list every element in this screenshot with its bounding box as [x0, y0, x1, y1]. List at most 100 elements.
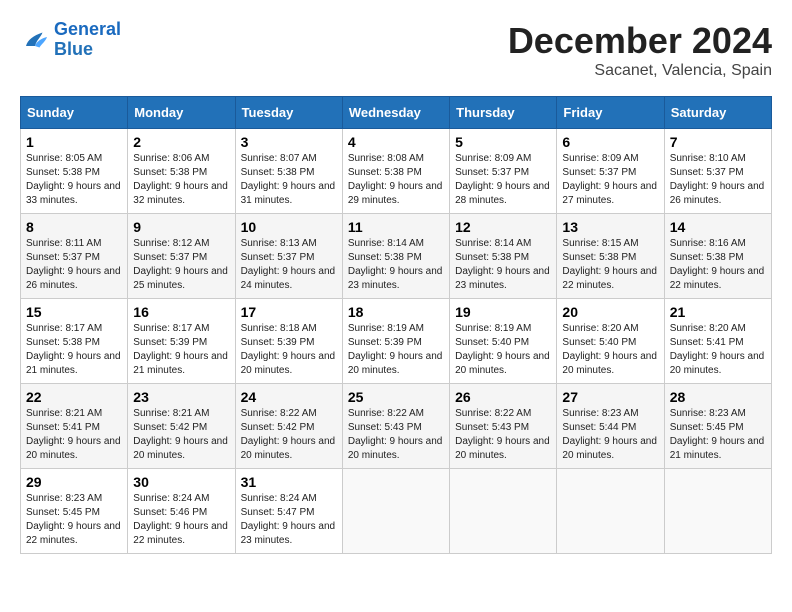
calendar-week-row: 1 Sunrise: 8:05 AMSunset: 5:38 PMDayligh… [21, 129, 772, 214]
day-number: 5 [455, 134, 551, 150]
day-number: 19 [455, 304, 551, 320]
day-number: 4 [348, 134, 444, 150]
day-info: Sunrise: 8:22 AMSunset: 5:43 PMDaylight:… [455, 407, 551, 463]
day-info: Sunrise: 8:07 AMSunset: 5:38 PMDaylight:… [241, 152, 337, 208]
day-number: 27 [562, 389, 658, 405]
day-info: Sunrise: 8:22 AMSunset: 5:43 PMDaylight:… [348, 407, 444, 463]
title-block: December 2024 Sacanet, Valencia, Spain [508, 20, 772, 80]
calendar-cell: 10 Sunrise: 8:13 AMSunset: 5:37 PMDaylig… [235, 214, 342, 299]
weekday-header-friday: Friday [557, 97, 664, 129]
calendar-cell: 15 Sunrise: 8:17 AMSunset: 5:38 PMDaylig… [21, 299, 128, 384]
day-info: Sunrise: 8:18 AMSunset: 5:39 PMDaylight:… [241, 322, 337, 378]
day-number: 1 [26, 134, 122, 150]
day-number: 15 [26, 304, 122, 320]
calendar-cell: 24 Sunrise: 8:22 AMSunset: 5:42 PMDaylig… [235, 384, 342, 469]
day-info: Sunrise: 8:19 AMSunset: 5:39 PMDaylight:… [348, 322, 444, 378]
day-info: Sunrise: 8:23 AMSunset: 5:45 PMDaylight:… [670, 407, 766, 463]
day-info: Sunrise: 8:09 AMSunset: 5:37 PMDaylight:… [562, 152, 658, 208]
day-number: 21 [670, 304, 766, 320]
day-number: 18 [348, 304, 444, 320]
day-info: Sunrise: 8:11 AMSunset: 5:37 PMDaylight:… [26, 237, 122, 293]
calendar-cell: 2 Sunrise: 8:06 AMSunset: 5:38 PMDayligh… [128, 129, 235, 214]
calendar-week-row: 8 Sunrise: 8:11 AMSunset: 5:37 PMDayligh… [21, 214, 772, 299]
day-number: 25 [348, 389, 444, 405]
calendar-cell: 21 Sunrise: 8:20 AMSunset: 5:41 PMDaylig… [664, 299, 771, 384]
day-number: 17 [241, 304, 337, 320]
day-number: 26 [455, 389, 551, 405]
calendar-cell: 11 Sunrise: 8:14 AMSunset: 5:38 PMDaylig… [342, 214, 449, 299]
calendar-cell: 6 Sunrise: 8:09 AMSunset: 5:37 PMDayligh… [557, 129, 664, 214]
calendar-cell [664, 469, 771, 554]
page-header: General Blue December 2024 Sacanet, Vale… [20, 20, 772, 80]
day-number: 6 [562, 134, 658, 150]
weekday-header-monday: Monday [128, 97, 235, 129]
weekday-header-sunday: Sunday [21, 97, 128, 129]
day-info: Sunrise: 8:21 AMSunset: 5:41 PMDaylight:… [26, 407, 122, 463]
calendar-week-row: 29 Sunrise: 8:23 AMSunset: 5:45 PMDaylig… [21, 469, 772, 554]
day-number: 29 [26, 474, 122, 490]
day-info: Sunrise: 8:20 AMSunset: 5:40 PMDaylight:… [562, 322, 658, 378]
day-number: 12 [455, 219, 551, 235]
calendar-cell: 13 Sunrise: 8:15 AMSunset: 5:38 PMDaylig… [557, 214, 664, 299]
weekday-header-wednesday: Wednesday [342, 97, 449, 129]
calendar-cell: 4 Sunrise: 8:08 AMSunset: 5:38 PMDayligh… [342, 129, 449, 214]
calendar-cell: 31 Sunrise: 8:24 AMSunset: 5:47 PMDaylig… [235, 469, 342, 554]
calendar-cell: 20 Sunrise: 8:20 AMSunset: 5:40 PMDaylig… [557, 299, 664, 384]
logo-icon [20, 25, 50, 55]
day-info: Sunrise: 8:24 AMSunset: 5:47 PMDaylight:… [241, 492, 337, 548]
day-info: Sunrise: 8:17 AMSunset: 5:38 PMDaylight:… [26, 322, 122, 378]
day-number: 23 [133, 389, 229, 405]
calendar-cell [342, 469, 449, 554]
calendar-cell: 18 Sunrise: 8:19 AMSunset: 5:39 PMDaylig… [342, 299, 449, 384]
day-number: 7 [670, 134, 766, 150]
weekday-header-thursday: Thursday [450, 97, 557, 129]
calendar-cell: 29 Sunrise: 8:23 AMSunset: 5:45 PMDaylig… [21, 469, 128, 554]
calendar-cell: 9 Sunrise: 8:12 AMSunset: 5:37 PMDayligh… [128, 214, 235, 299]
calendar-cell: 16 Sunrise: 8:17 AMSunset: 5:39 PMDaylig… [128, 299, 235, 384]
day-info: Sunrise: 8:05 AMSunset: 5:38 PMDaylight:… [26, 152, 122, 208]
day-info: Sunrise: 8:08 AMSunset: 5:38 PMDaylight:… [348, 152, 444, 208]
calendar-cell: 1 Sunrise: 8:05 AMSunset: 5:38 PMDayligh… [21, 129, 128, 214]
day-number: 14 [670, 219, 766, 235]
day-info: Sunrise: 8:16 AMSunset: 5:38 PMDaylight:… [670, 237, 766, 293]
day-info: Sunrise: 8:12 AMSunset: 5:37 PMDaylight:… [133, 237, 229, 293]
day-number: 20 [562, 304, 658, 320]
day-number: 28 [670, 389, 766, 405]
day-info: Sunrise: 8:10 AMSunset: 5:37 PMDaylight:… [670, 152, 766, 208]
day-info: Sunrise: 8:09 AMSunset: 5:37 PMDaylight:… [455, 152, 551, 208]
day-info: Sunrise: 8:13 AMSunset: 5:37 PMDaylight:… [241, 237, 337, 293]
logo-text: General Blue [54, 20, 121, 60]
day-number: 16 [133, 304, 229, 320]
day-number: 24 [241, 389, 337, 405]
weekday-header-tuesday: Tuesday [235, 97, 342, 129]
day-number: 10 [241, 219, 337, 235]
calendar-cell: 22 Sunrise: 8:21 AMSunset: 5:41 PMDaylig… [21, 384, 128, 469]
day-number: 9 [133, 219, 229, 235]
calendar-cell: 19 Sunrise: 8:19 AMSunset: 5:40 PMDaylig… [450, 299, 557, 384]
day-info: Sunrise: 8:15 AMSunset: 5:38 PMDaylight:… [562, 237, 658, 293]
day-number: 30 [133, 474, 229, 490]
calendar-cell [557, 469, 664, 554]
weekday-header-saturday: Saturday [664, 97, 771, 129]
day-info: Sunrise: 8:14 AMSunset: 5:38 PMDaylight:… [455, 237, 551, 293]
day-number: 3 [241, 134, 337, 150]
calendar-cell: 28 Sunrise: 8:23 AMSunset: 5:45 PMDaylig… [664, 384, 771, 469]
day-number: 11 [348, 219, 444, 235]
calendar-cell: 30 Sunrise: 8:24 AMSunset: 5:46 PMDaylig… [128, 469, 235, 554]
day-info: Sunrise: 8:23 AMSunset: 5:44 PMDaylight:… [562, 407, 658, 463]
location-subtitle: Sacanet, Valencia, Spain [508, 62, 772, 80]
day-number: 2 [133, 134, 229, 150]
calendar-cell: 26 Sunrise: 8:22 AMSunset: 5:43 PMDaylig… [450, 384, 557, 469]
calendar-week-row: 22 Sunrise: 8:21 AMSunset: 5:41 PMDaylig… [21, 384, 772, 469]
calendar-cell: 7 Sunrise: 8:10 AMSunset: 5:37 PMDayligh… [664, 129, 771, 214]
day-info: Sunrise: 8:23 AMSunset: 5:45 PMDaylight:… [26, 492, 122, 548]
day-info: Sunrise: 8:22 AMSunset: 5:42 PMDaylight:… [241, 407, 337, 463]
day-info: Sunrise: 8:21 AMSunset: 5:42 PMDaylight:… [133, 407, 229, 463]
day-info: Sunrise: 8:17 AMSunset: 5:39 PMDaylight:… [133, 322, 229, 378]
calendar-cell: 17 Sunrise: 8:18 AMSunset: 5:39 PMDaylig… [235, 299, 342, 384]
logo: General Blue [20, 20, 121, 60]
calendar-cell: 27 Sunrise: 8:23 AMSunset: 5:44 PMDaylig… [557, 384, 664, 469]
day-info: Sunrise: 8:14 AMSunset: 5:38 PMDaylight:… [348, 237, 444, 293]
day-info: Sunrise: 8:24 AMSunset: 5:46 PMDaylight:… [133, 492, 229, 548]
calendar-cell: 12 Sunrise: 8:14 AMSunset: 5:38 PMDaylig… [450, 214, 557, 299]
